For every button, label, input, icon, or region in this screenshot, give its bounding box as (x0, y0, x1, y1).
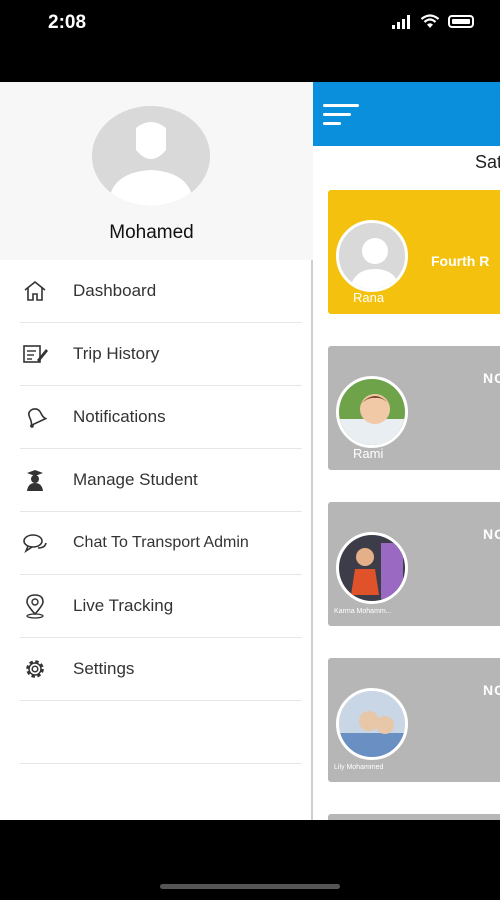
menu-item-label: Trip History (73, 344, 160, 363)
menu-item-trip-history[interactable]: Trip History (20, 323, 302, 386)
student-avatar (336, 220, 408, 292)
drawer-menu: Dashboard Trip History Notifications Man… (20, 260, 302, 764)
menu-item-label: Chat To Transport Admin (73, 534, 249, 551)
student-card[interactable]: NO Rami (328, 346, 500, 470)
hamburger-menu-icon[interactable] (323, 104, 359, 128)
student-photo (336, 532, 408, 604)
chat-icon (20, 528, 50, 558)
status-time: 2:08 (48, 12, 87, 33)
student-status: Fourth R (431, 253, 490, 269)
status-bar: 2:08 (0, 0, 500, 80)
bell-icon (20, 402, 50, 432)
bottom-bar (0, 820, 500, 900)
menu-item-label: Manage Student (73, 470, 198, 489)
profile-header: Mohamed (0, 82, 313, 260)
home-icon (20, 276, 50, 306)
day-label: Sat (475, 152, 500, 172)
app-bar (313, 82, 500, 146)
divider (20, 701, 302, 764)
student-photo (336, 688, 408, 760)
signal-icon (392, 14, 410, 29)
student-icon (20, 465, 50, 495)
menu-item-label: Settings (73, 659, 135, 678)
student-card[interactable]: NO Karma Mohamm... (328, 502, 500, 626)
menu-item-manage-student[interactable]: Manage Student (20, 449, 302, 512)
menu-item-live-tracking[interactable]: Live Tracking (20, 575, 302, 638)
menu-item-label: Live Tracking (73, 596, 174, 615)
status-icons (392, 14, 474, 29)
history-icon (20, 339, 50, 369)
student-name: Rami (353, 446, 384, 461)
main-content: Sat Fourth R Rana NO Rami (313, 82, 500, 820)
student-card[interactable]: Fourth R Rana (328, 190, 500, 314)
student-card[interactable]: NO Lily Mohammed (328, 658, 500, 782)
child-photo-icon (339, 535, 405, 601)
student-status: NO (483, 526, 500, 542)
wifi-icon (420, 14, 440, 28)
person-placeholder-icon (92, 106, 210, 206)
device-notch (122, 0, 378, 32)
battery-icon (448, 15, 474, 28)
student-photo (336, 376, 408, 448)
menu-item-label: Notifications (73, 407, 166, 426)
child-photo-icon (339, 379, 405, 445)
user-name: Mohamed (109, 222, 194, 243)
menu-item-settings[interactable]: Settings (20, 638, 302, 701)
person-placeholder-icon (339, 223, 405, 289)
student-name: Lily Mohammed (334, 764, 384, 771)
gear-icon (20, 654, 50, 684)
child-photo-icon (339, 691, 405, 757)
menu-item-dashboard[interactable]: Dashboard (20, 260, 302, 323)
menu-item-chat-admin[interactable]: Chat To Transport Admin (20, 512, 302, 575)
home-indicator[interactable] (160, 884, 340, 889)
menu-item-notifications[interactable]: Notifications (20, 386, 302, 449)
student-status: NO (483, 682, 500, 698)
location-pin-icon (20, 591, 50, 621)
avatar[interactable] (92, 106, 210, 206)
student-name: Karma Mohamm... (334, 608, 392, 615)
navigation-drawer: Mohamed Dashboard Trip History Notificat… (0, 82, 313, 820)
student-status: NO (483, 370, 500, 386)
menu-item-label: Dashboard (73, 281, 157, 300)
student-name: Rana (353, 290, 385, 305)
